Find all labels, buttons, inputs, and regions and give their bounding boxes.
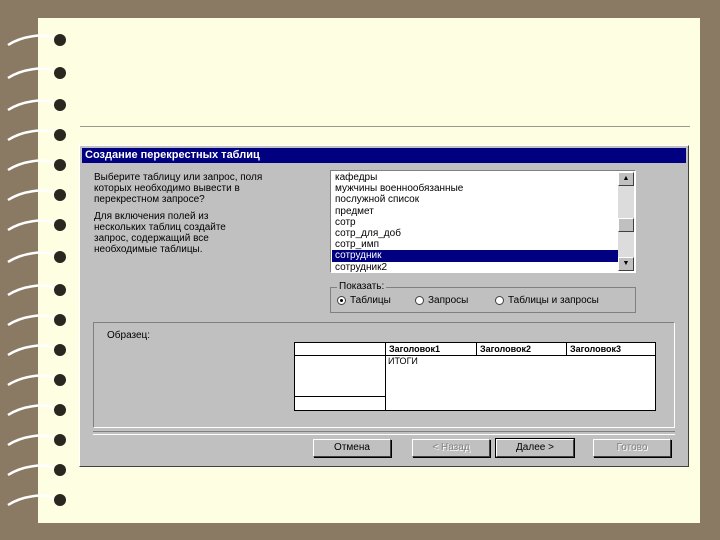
sample-column-divider [476,343,477,355]
sample-column-divider [385,343,386,411]
list: кафедры мужчины военнообязанные послужно… [332,172,618,273]
list-item[interactable]: сотр_для_доб [332,228,618,239]
instruction-line: необходимые таблицы. [94,244,203,255]
next-button[interactable]: Далее > [495,438,575,458]
sample-label: Образец: [107,330,151,341]
radio-selected-icon[interactable] [337,296,346,305]
sample-column-header: Заголовок1 [389,344,441,354]
sample-column-divider [566,343,567,355]
scroll-up-icon[interactable]: ▲ [618,172,634,186]
cancel-button[interactable]: Отмена [313,439,391,457]
radio-icon[interactable] [495,296,504,305]
list-item[interactable]: сотр_имп [332,239,618,250]
radio-tables[interactable]: Таблицы [337,295,391,306]
list-item[interactable]: послужной список [332,194,618,205]
radio-label: Запросы [428,295,469,306]
instruction-line: которых необходимо вывести в [94,183,240,194]
list-item[interactable]: сотр [332,217,618,228]
show-group: Показать: Таблицы Запросы Таблицы и запр… [330,281,636,313]
sample-preview: Образец: Заголовок1 Заголовок2 Заголовок… [93,322,675,428]
instruction-line: нескольких таблиц создайте [94,222,226,233]
radio-tables-and-queries[interactable]: Таблицы и запросы [495,295,599,306]
list-item[interactable]: предмет [332,206,618,217]
show-group-label: Показать: [337,281,387,292]
sample-row-headers [295,356,385,397]
table-query-listbox[interactable]: кафедры мужчины военнообязанные послужно… [330,170,636,273]
radio-icon[interactable] [415,296,424,305]
back-button[interactable]: < Назад [412,439,490,457]
list-item[interactable]: кафедры [332,172,618,183]
instruction-line: перекрестном запросе? [94,194,205,205]
sample-column-header: Заголовок3 [570,344,622,354]
scroll-down-icon[interactable]: ▼ [618,257,634,271]
spiral-binding-icon [7,34,66,507]
crosstab-wizard-dialog: Создание перекрестных таблиц Выберите та… [79,145,689,467]
radio-queries[interactable]: Запросы [415,295,468,306]
vertical-scrollbar[interactable]: ▲ ▼ [618,172,634,271]
sample-column-header: Заголовок2 [480,344,532,354]
radio-label: Таблицы и запросы [508,295,599,306]
instruction-line: запрос, содержащий все [94,233,209,244]
divider-line [80,126,690,127]
radio-label: Таблицы [350,295,391,306]
instruction-line: Для включения полей из [94,211,209,222]
sample-table: Заголовок1 Заголовок2 Заголовок3 ИТОГИ [294,342,656,411]
list-item-selected[interactable]: сотрудник [332,250,618,262]
sample-total-cell: ИТОГИ [388,356,418,366]
finish-button[interactable]: Готово [593,439,671,457]
list-item[interactable]: сотрудник2 [332,262,618,273]
scroll-thumb[interactable] [618,218,634,232]
instruction-line: Выберите таблицу или запрос, поля [94,172,263,183]
dialog-title: Создание перекрестных таблиц [82,148,686,163]
list-item[interactable]: мужчины военнообязанные [332,183,618,194]
button-separator [93,431,675,435]
